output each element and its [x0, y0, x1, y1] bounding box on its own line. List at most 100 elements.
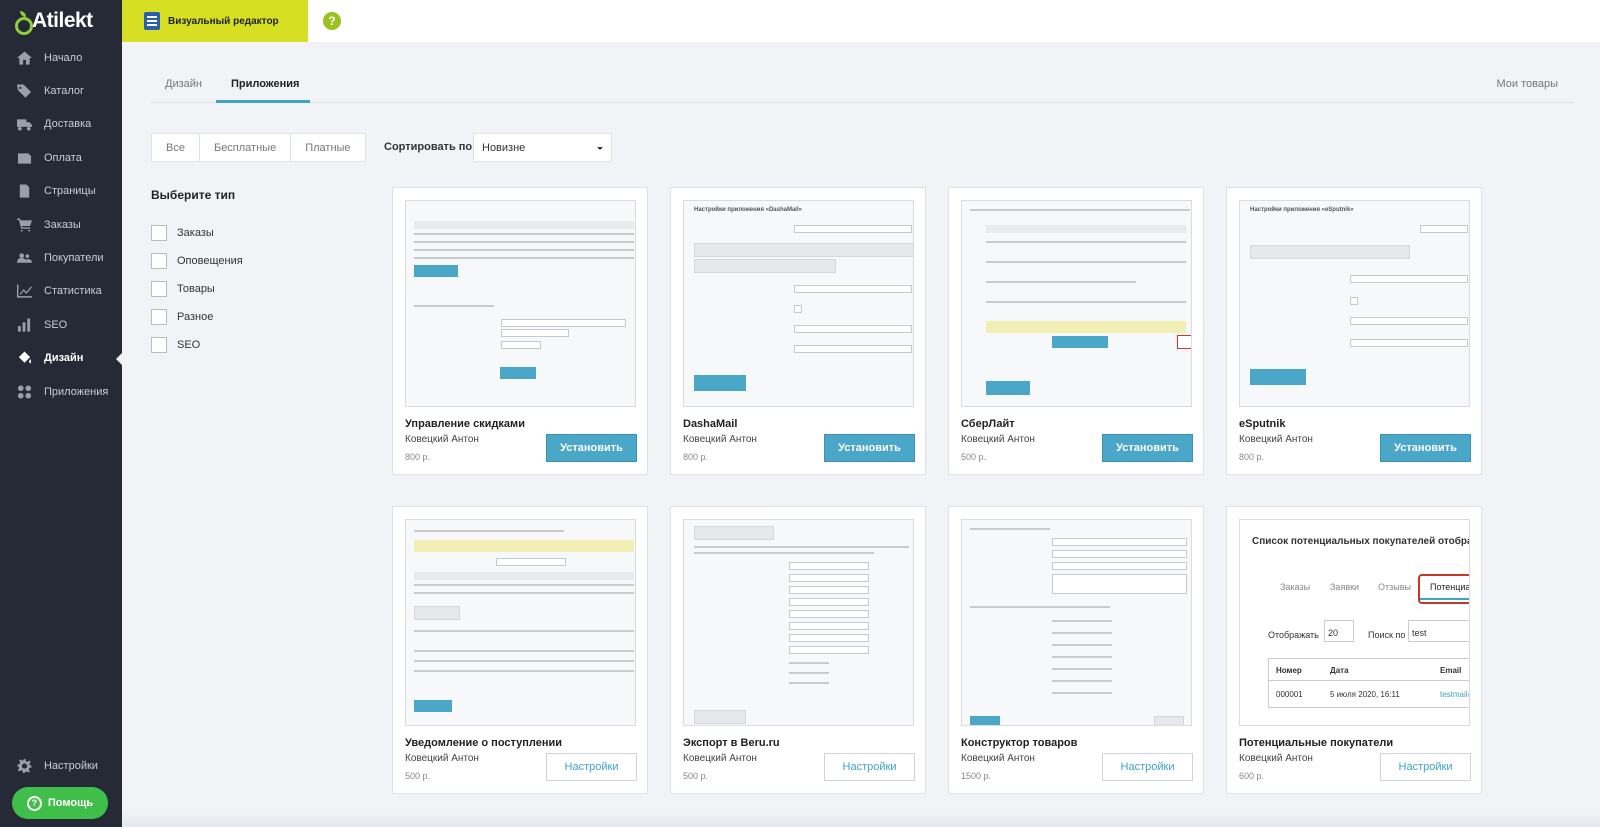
- users-icon: [16, 251, 32, 265]
- app-price: 800 р.: [405, 452, 431, 462]
- type-option-seo[interactable]: SEO: [151, 331, 243, 359]
- type-option-label: Товары: [177, 283, 215, 295]
- brand-logo[interactable]: Atilekt: [0, 0, 122, 41]
- checkbox[interactable]: [151, 337, 167, 353]
- sidebar-item-label: Приложения: [44, 385, 109, 398]
- sidebar-item-label: Статистика: [44, 285, 102, 298]
- app-title[interactable]: СберЛайт: [961, 418, 1015, 430]
- thumb-text: Заявки: [1330, 582, 1360, 592]
- paint-icon: [16, 351, 32, 365]
- app-price: 500 р.: [405, 771, 431, 781]
- app-title[interactable]: Экспорт в Beru.ru: [683, 737, 780, 749]
- tag-icon: [16, 84, 32, 98]
- app-card: Управление скидками Ковецкий Антон 800 р…: [392, 187, 648, 475]
- thumb-text: Дата: [1330, 666, 1349, 675]
- sidebar-item-apps[interactable]: Приложения: [0, 375, 122, 408]
- app-card: Список потенциальных покупателей отображ…: [1226, 506, 1482, 794]
- sort-select[interactable]: Новизне: [473, 133, 612, 162]
- app-title[interactable]: Потенциальные покупатели: [1239, 737, 1393, 749]
- app-card: Конструктор товаров Ковецкий Антон 1500 …: [948, 506, 1204, 794]
- filter-paid[interactable]: Платные: [291, 134, 364, 161]
- thumb-text: 000001: [1276, 690, 1303, 699]
- active-tab-indicator: [216, 100, 310, 103]
- sidebar-item-label: Каталог: [44, 85, 84, 98]
- sidebar-item-catalog[interactable]: Каталог: [0, 74, 122, 107]
- sidebar-item-label: Оплата: [44, 151, 82, 164]
- install-button[interactable]: Установить: [824, 434, 915, 462]
- checkbox[interactable]: [151, 225, 167, 241]
- settings-button[interactable]: Настройки: [1380, 753, 1471, 781]
- app-title[interactable]: eSputnik: [1239, 418, 1285, 430]
- logo-icon: [14, 10, 33, 35]
- type-option-label: SEO: [177, 339, 201, 351]
- thumb-text: Отображать: [1268, 630, 1319, 640]
- thumb-text: Настройки приложения «DashaMail»: [694, 207, 802, 213]
- help-button[interactable]: ? Помощь: [12, 787, 108, 819]
- checkbox[interactable]: [151, 309, 167, 325]
- app-price: 500 р.: [683, 771, 709, 781]
- sidebar-item-customers[interactable]: Покупатели: [0, 241, 122, 274]
- app-author: Ковецкий Антон: [405, 753, 479, 764]
- sidebar-item-orders[interactable]: Заказы: [0, 208, 122, 241]
- visual-editor-label: Визуальный редактор: [168, 15, 279, 27]
- sidebar-item-delivery[interactable]: Доставка: [0, 108, 122, 141]
- sidebar-item-statistics[interactable]: Статистика: [0, 275, 122, 308]
- type-option-goods[interactable]: Товары: [151, 275, 243, 303]
- question-icon: ?: [26, 795, 42, 811]
- app-author: Ковецкий Антон: [1239, 753, 1313, 764]
- install-button[interactable]: Установить: [1380, 434, 1471, 462]
- thumb-text: Поиск по: [1368, 630, 1406, 640]
- sidebar-nav: Начало Каталог Доставка Оплата Страницы …: [0, 41, 122, 408]
- app-screenshot: [683, 519, 914, 726]
- my-goods-link[interactable]: Мои товары: [1497, 78, 1559, 90]
- sidebar-item-label: Настройки: [44, 759, 98, 772]
- thumb-text: Потенциа: [1430, 582, 1470, 592]
- app-title[interactable]: Уведомление о поступлении: [405, 737, 562, 749]
- app-screenshot: [961, 519, 1192, 726]
- type-option-orders[interactable]: Заказы: [151, 219, 243, 247]
- gear-icon: [16, 758, 32, 773]
- settings-button[interactable]: Настройки: [546, 753, 637, 781]
- type-option-misc[interactable]: Разное: [151, 303, 243, 331]
- install-button[interactable]: Установить: [1102, 434, 1193, 462]
- app-price: 800 р.: [1239, 452, 1265, 462]
- checkbox[interactable]: [151, 281, 167, 297]
- sidebar-item-label: Дизайн: [44, 352, 84, 365]
- sidebar-item-home[interactable]: Начало: [0, 41, 122, 74]
- app-screenshot: [961, 200, 1192, 407]
- type-option-notifications[interactable]: Оповещения: [151, 247, 243, 275]
- app-price: 500 р.: [961, 452, 987, 462]
- sidebar-item-design[interactable]: Дизайн: [0, 342, 122, 375]
- filter-free[interactable]: Бесплатные: [200, 134, 292, 161]
- sidebar-item-settings[interactable]: Настройки: [0, 749, 122, 782]
- app-screenshot: [405, 519, 636, 726]
- app-title[interactable]: DashaMail: [683, 418, 737, 430]
- app-screenshot: Список потенциальных покупателей отображ…: [1239, 519, 1470, 726]
- page-icon: [16, 184, 32, 198]
- help-button-label: Помощь: [47, 797, 94, 809]
- filter-all[interactable]: Все: [152, 134, 200, 161]
- sort-label: Сортировать по: [384, 141, 473, 153]
- checkbox[interactable]: [151, 253, 167, 269]
- sidebar-item-label: Доставка: [44, 118, 92, 131]
- settings-button[interactable]: Настройки: [1102, 753, 1193, 781]
- sidebar-item-pages[interactable]: Страницы: [0, 175, 122, 208]
- app-card: Экспорт в Beru.ru Ковецкий Антон 500 р. …: [670, 506, 926, 794]
- type-option-label: Оповещения: [177, 255, 243, 267]
- tab-apps[interactable]: Приложения: [231, 78, 299, 90]
- sidebar-item-seo[interactable]: SEO: [0, 308, 122, 341]
- help-icon[interactable]: ?: [323, 12, 341, 30]
- app-title[interactable]: Управление скидками: [405, 418, 525, 430]
- settings-button[interactable]: Настройки: [824, 753, 915, 781]
- scroll-fade: [122, 812, 1600, 827]
- thumb-text: Список потенциальных покупателей отображ: [1252, 536, 1470, 547]
- sidebar-item-payment[interactable]: Оплата: [0, 141, 122, 174]
- app-title[interactable]: Конструктор товаров: [961, 737, 1077, 749]
- tab-design[interactable]: Дизайн: [165, 78, 202, 90]
- app-card: Настройки приложения «DashaMail» DashaMa…: [670, 187, 926, 475]
- app-author: Ковецкий Антон: [683, 753, 757, 764]
- visual-editor-button[interactable]: Визуальный редактор: [122, 0, 308, 42]
- type-option-label: Разное: [177, 311, 214, 323]
- install-button[interactable]: Установить: [546, 434, 637, 462]
- sidebar-item-label: Заказы: [44, 218, 81, 231]
